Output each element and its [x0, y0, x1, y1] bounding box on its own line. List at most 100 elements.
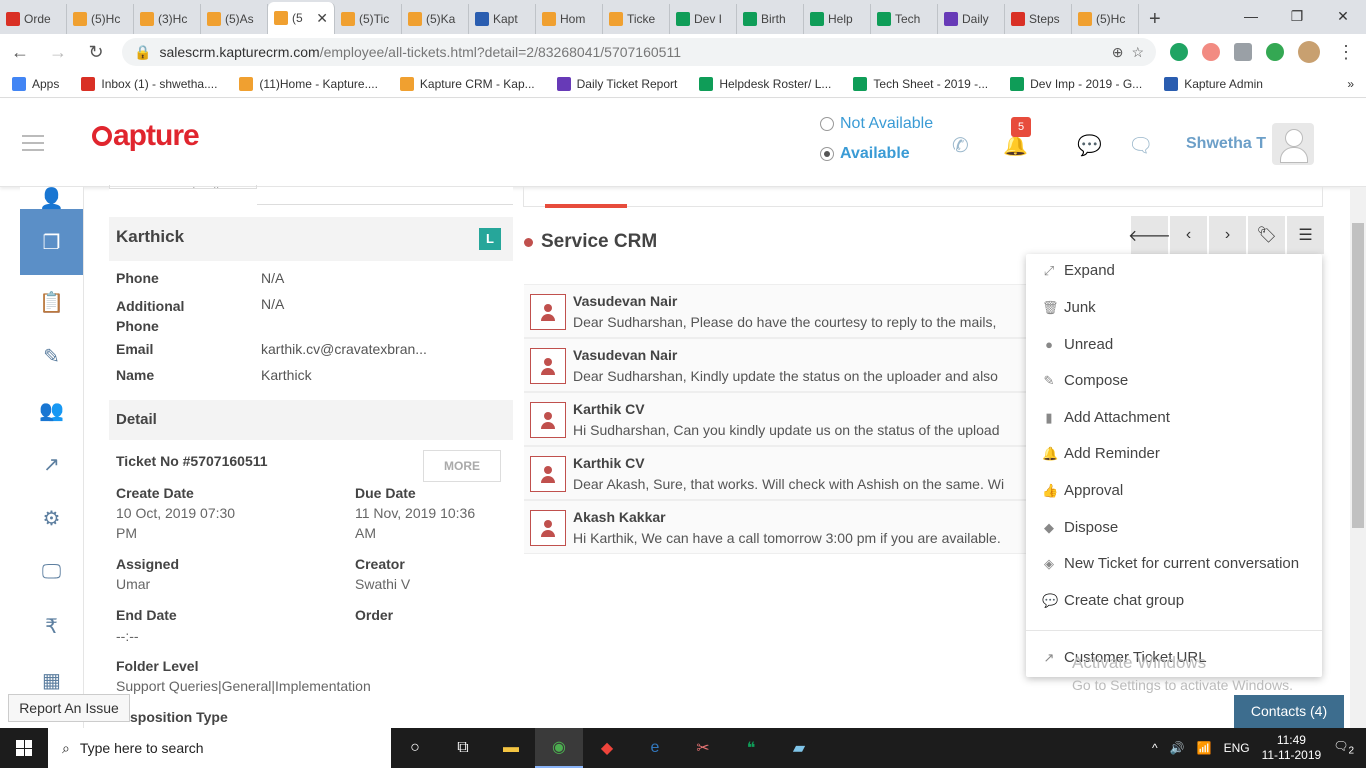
menu-item[interactable]: ▮ Add Attachment: [1042, 409, 1169, 426]
avatar[interactable]: [1272, 123, 1314, 165]
address-bar[interactable]: 🔒 salescrm.kapturecrm.com/employee/all-t…: [122, 38, 1156, 66]
bookmark-item[interactable]: Inbox (1) - shwetha....: [81, 76, 217, 91]
chrome-icon[interactable]: ◉: [535, 728, 583, 768]
tickets-icon[interactable]: ❐: [20, 209, 83, 275]
cortana-icon[interactable]: ○: [391, 728, 439, 768]
browser-tab[interactable]: Hom: [536, 4, 603, 34]
reload-icon[interactable]: ↻: [84, 42, 108, 63]
task-view-icon[interactable]: ⧉: [439, 728, 487, 768]
phone-icon[interactable]: ✆: [952, 133, 969, 158]
page-scrollbar[interactable]: [1350, 187, 1366, 728]
windows-start-icon[interactable]: [0, 728, 48, 768]
report-issue-button[interactable]: Report An Issue: [8, 694, 130, 722]
contacts-button[interactable]: Contacts (4): [1234, 695, 1344, 728]
menu-item[interactable]: ◈ New Ticket for current conversation: [1042, 555, 1299, 572]
chrome-menu-icon[interactable]: ⋮: [1334, 42, 1358, 63]
bookmark-item[interactable]: Helpdesk Roster/ L...: [699, 76, 831, 91]
user-name[interactable]: Shwetha T: [1186, 135, 1266, 153]
tab-customer-detail[interactable]: Customer detail: [109, 185, 257, 189]
browser-tab[interactable]: Ticke: [603, 4, 670, 34]
browser-tab[interactable]: (5 ✕: [268, 2, 335, 34]
bookmark-star-icon[interactable]: ☆: [1131, 44, 1144, 61]
browser-tab[interactable]: (5)As: [201, 4, 268, 34]
browser-tab[interactable]: Tech: [871, 4, 938, 34]
browser-tab[interactable]: Daily: [938, 4, 1005, 34]
bookmark-item[interactable]: Tech Sheet - 2019 -...: [853, 76, 988, 91]
menu-item[interactable]: 👍 Approval: [1042, 482, 1123, 499]
browser-tab[interactable]: Kapt: [469, 4, 536, 34]
clock[interactable]: 11:49 11-11-2019: [1262, 733, 1322, 763]
extension-icon[interactable]: [1170, 43, 1188, 61]
close-window-icon[interactable]: ✕: [1320, 0, 1366, 34]
users-icon[interactable]: 👥: [20, 383, 83, 437]
edit-icon[interactable]: ✎: [20, 329, 83, 383]
browser-tab[interactable]: Help: [804, 4, 871, 34]
menu-button[interactable]: ☰: [1287, 216, 1324, 254]
bookmark-item[interactable]: Dev Imp - 2019 - G...: [1010, 76, 1142, 91]
browser-tab[interactable]: (5)Tic: [335, 4, 402, 34]
more-button[interactable]: MORE: [423, 450, 501, 482]
notification-center-icon[interactable]: 🗨2: [1333, 739, 1354, 756]
menu-item[interactable]: ● Unread: [1042, 336, 1113, 353]
minimize-icon[interactable]: —: [1228, 0, 1274, 34]
rupee-icon[interactable]: ₹: [20, 599, 83, 653]
status-available[interactable]: Available: [820, 145, 933, 163]
message-item[interactable]: Vasudevan Nair Dear Sudharshan, Please do…: [524, 284, 1027, 338]
share-icon[interactable]: ↗: [20, 437, 83, 491]
clipboard-icon[interactable]: 📋: [20, 275, 83, 329]
extension-icon[interactable]: [1202, 43, 1220, 61]
message-item[interactable]: Karthik CV Dear Akash, Sure, that works. …: [524, 446, 1027, 500]
contacts-icon[interactable]: 👤: [20, 187, 83, 210]
zoom-icon[interactable]: ⊕: [1112, 44, 1124, 61]
message-item[interactable]: Akash Kakkar Hi Karthik, We can have a ca…: [524, 500, 1027, 554]
back-icon[interactable]: ←: [8, 42, 32, 63]
browser-tab[interactable]: (5)Hc: [1072, 4, 1139, 34]
network-icon[interactable]: 📶: [1197, 741, 1212, 755]
menu-item[interactable]: ✎ Compose: [1042, 372, 1129, 389]
volume-icon[interactable]: 🔊: [1170, 741, 1185, 755]
menu-item[interactable]: ◆ Dispose: [1042, 519, 1118, 536]
bookmark-item[interactable]: Apps: [12, 76, 59, 91]
back-arrow-button[interactable]: 🡐: [1128, 216, 1171, 254]
taskbar-search[interactable]: ⌕ Type here to search: [48, 728, 391, 768]
chevron-up-icon[interactable]: ^: [1152, 741, 1158, 755]
close-tab-icon[interactable]: ✕: [316, 10, 328, 27]
extension-icon[interactable]: [1234, 43, 1252, 61]
browser-tab[interactable]: Orde: [0, 4, 67, 34]
settings-icon[interactable]: ⚙: [20, 491, 83, 545]
browser-tab[interactable]: (5)Ka: [402, 4, 469, 34]
menu-item[interactable]: ⤢ Expand: [1042, 262, 1115, 279]
email-value[interactable]: karthik.cv@cravatexbran...: [261, 341, 427, 357]
previous-button[interactable]: ‹: [1170, 216, 1207, 254]
bookmark-item[interactable]: Kapture Admin: [1164, 76, 1263, 91]
browser-tab[interactable]: (5)Hc: [67, 4, 134, 34]
extension-icon[interactable]: [1266, 43, 1284, 61]
chat-icon[interactable]: 💬: [1077, 133, 1102, 158]
browser-tab[interactable]: Steps: [1005, 4, 1072, 34]
file-explorer-icon[interactable]: ▬: [487, 728, 535, 768]
chats-icon[interactable]: 🗨: [1128, 133, 1153, 158]
menu-item[interactable]: 🗑 Junk: [1042, 299, 1096, 316]
hamburger-menu-icon[interactable]: [22, 135, 44, 156]
tag-button[interactable]: 🏷: [1248, 216, 1285, 254]
new-tab-icon[interactable]: +: [1139, 4, 1171, 34]
snipping-tool-icon[interactable]: ✂: [679, 728, 727, 768]
bookmark-item[interactable]: (11)Home - Kapture....: [239, 76, 378, 91]
maximize-icon[interactable]: ❐: [1274, 0, 1320, 34]
next-button[interactable]: ›: [1209, 216, 1246, 254]
bookmark-item[interactable]: Kapture CRM - Kap...: [399, 76, 535, 91]
message-item[interactable]: Vasudevan Nair Dear Sudharshan, Kindly up…: [524, 338, 1027, 392]
status-not-available[interactable]: Not Available: [820, 115, 933, 133]
menu-item[interactable]: 💬 Create chat group: [1042, 592, 1184, 609]
hangouts-icon[interactable]: ❝: [727, 728, 775, 768]
menu-item[interactable]: 🔔 Add Reminder: [1042, 445, 1160, 462]
browser-tab[interactable]: Dev I: [670, 4, 737, 34]
browser-tab[interactable]: (3)Hc: [134, 4, 201, 34]
monitor-icon[interactable]: 🖵: [20, 545, 83, 599]
language-indicator[interactable]: ENG: [1224, 741, 1250, 755]
message-item[interactable]: Karthik CV Hi Sudharshan, Can you kindly …: [524, 392, 1027, 446]
edge-icon[interactable]: e: [631, 728, 679, 768]
forward-icon[interactable]: →: [46, 42, 70, 63]
app-icon[interactable]: ▰: [775, 728, 823, 768]
anydesk-icon[interactable]: ◆: [583, 728, 631, 768]
